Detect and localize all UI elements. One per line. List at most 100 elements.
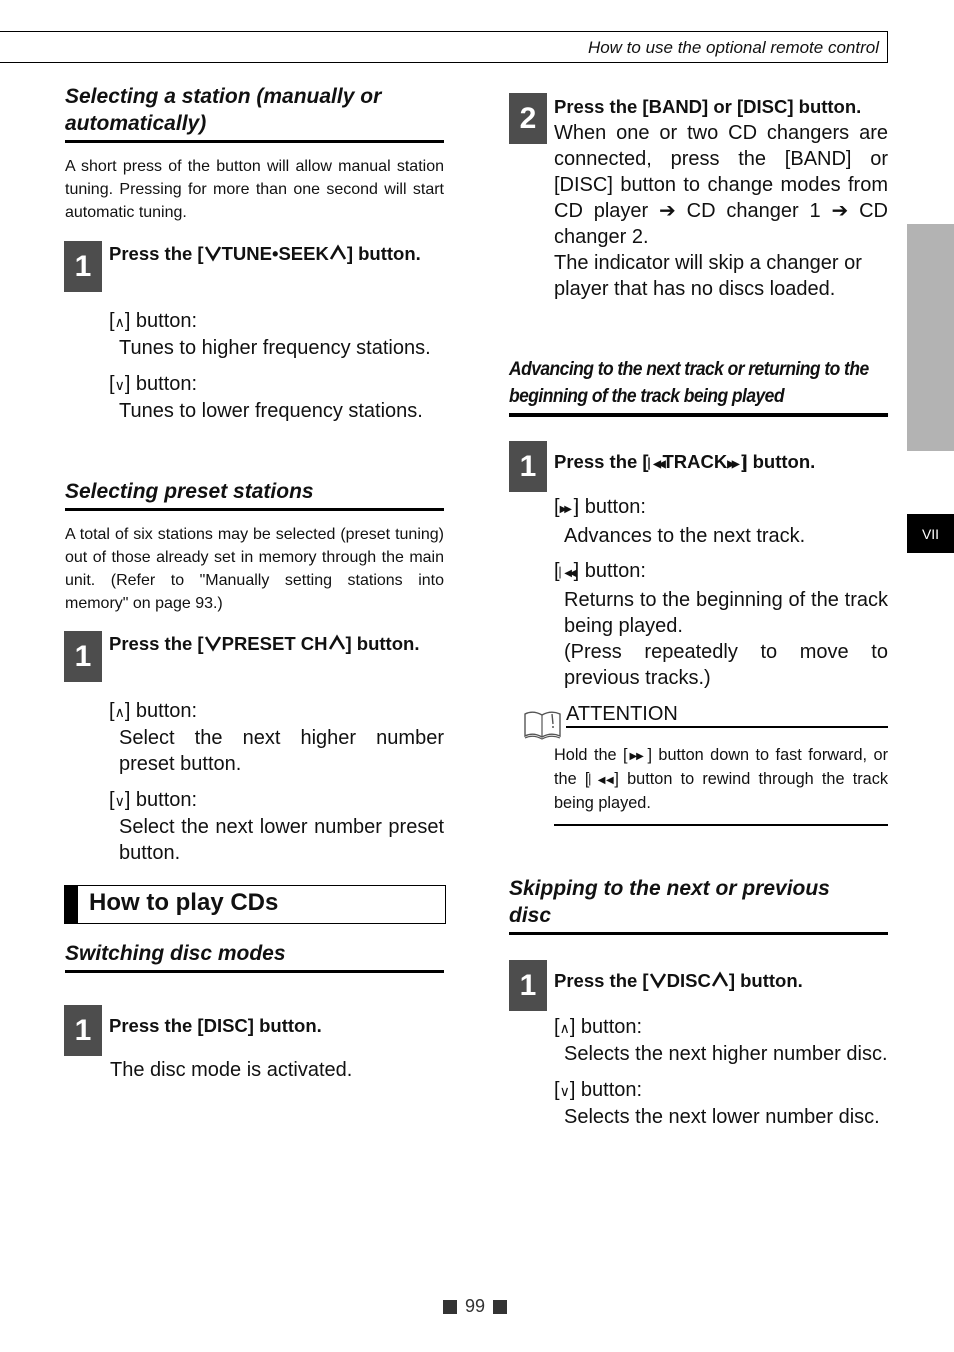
skip-back-icon: ▏◀◀ — [559, 568, 577, 579]
down-button-desc: Selects the next lower number disc. — [564, 1106, 880, 1128]
label-text: ] button: — [124, 789, 198, 811]
step-text-pre: Press the [ — [554, 970, 649, 991]
chevron-down-icon — [204, 246, 221, 262]
step-band-disc: 2 Press the [BAND] or [DISC] button. Whe… — [509, 93, 888, 302]
label-text: ] button: — [573, 560, 646, 582]
up-button-label: [∧] button: — [109, 700, 198, 722]
step-track: 1 Press the [▏◀◀ TRACK▶▶▕] button. — [509, 441, 888, 492]
down-button-label: [∨] button: — [554, 1079, 643, 1101]
section-title: Selecting preset stations — [65, 478, 444, 511]
up-button-desc: Selects the next higher number disc. — [564, 1043, 888, 1065]
step-text: Press the [BAND] or [DISC] button. — [554, 96, 862, 117]
prev-button-desc: Returns to the beginning of the track be… — [564, 589, 888, 637]
book-attention-icon — [524, 711, 561, 740]
step-disc-skip: 1 Press the [ DISC ] button. — [509, 960, 888, 1011]
chevron-up-icon — [328, 634, 345, 650]
step-text: Press the [DISC] button. — [109, 1015, 322, 1036]
tune-button-details: [∧] button: Tunes to higher frequency st… — [109, 308, 444, 424]
step-text-pre: Press the [ — [109, 243, 204, 264]
disc-button-details: [∧] button: Selects the next higher numb… — [554, 1014, 888, 1130]
step-text-post: ] button. — [346, 243, 421, 264]
step-number: 1 — [64, 631, 102, 682]
up-caret-icon: ∧ — [114, 704, 125, 720]
step-text-post: ] button. — [345, 633, 420, 654]
label-text: ] button: — [124, 700, 198, 722]
attention-title: ATTENTION — [566, 703, 678, 725]
step-number: 2 — [509, 93, 547, 144]
step-text: Press the [PRESET CH] button. — [102, 631, 419, 682]
up-button-desc: Select the next higher number preset but… — [119, 727, 444, 775]
disc-mode-desc: The disc mode is activated. — [110, 1059, 353, 1081]
step-preset-ch: 1 Press the [PRESET CH] button. — [64, 631, 444, 682]
intro-text: A short press of the button will allow m… — [65, 158, 444, 221]
section-skipping-disc: Skipping to the next or previous disc — [509, 875, 888, 935]
section-title: Selecting a station (manually or automat… — [65, 83, 444, 143]
label-text: ] button: — [569, 1016, 643, 1038]
section-switching-disc: Switching disc modes — [65, 940, 444, 973]
page-number: 99 — [443, 1296, 508, 1317]
page-number-text: 99 — [465, 1296, 486, 1316]
label-text: ] button: — [573, 496, 646, 518]
section-preset-stations: Selecting preset stations A total of six… — [65, 478, 444, 615]
track-button-details: [▶▶▕] button: Advances to the next track… — [554, 494, 888, 691]
step-number: 1 — [64, 241, 102, 292]
square-icon — [493, 1299, 508, 1314]
label-text: ] button: — [569, 1079, 643, 1101]
title-line: beginning of the track being played — [509, 386, 785, 407]
skip-back-icon: ▏◀◀ — [589, 775, 617, 786]
step-text-post: ] button. — [728, 970, 803, 991]
step-desc: When one or two CD changers are connecte… — [554, 122, 888, 248]
button-name: TUNE•SEEK — [221, 243, 329, 264]
button-name: TRACK — [662, 451, 728, 472]
title-line: Advancing to the next track or returning… — [509, 359, 869, 380]
up-button-desc: Tunes to higher frequency stations. — [119, 337, 431, 359]
step-text: Press the [▏◀◀ TRACK▶▶▕] button. — [547, 441, 815, 492]
step-text-pre: Press the [ — [554, 451, 649, 472]
section-rule — [509, 414, 888, 417]
page-header: How to use the optional remote control — [0, 31, 888, 63]
section-selecting-station: Selecting a station (manually or automat… — [65, 83, 444, 224]
next-button-label: [▶▶▕] button: — [554, 496, 646, 518]
down-caret-icon: ∨ — [114, 793, 125, 809]
button-name: DISC — [666, 970, 711, 991]
step-content: Press the [BAND] or [DISC] button. When … — [547, 93, 888, 302]
chevron-up-icon — [711, 971, 728, 987]
attention-text: Hold the [▶▶▕] button down to fast forwa… — [554, 744, 888, 815]
attention-rule — [554, 824, 888, 826]
chapter-heading-box: How to play CDs — [64, 885, 446, 924]
chevron-down-icon — [649, 973, 666, 989]
side-tab-marker — [907, 224, 954, 451]
down-button-desc: Tunes to lower frequency stations. — [119, 400, 423, 422]
text-part: Hold the [ — [554, 746, 628, 764]
down-caret-icon: ∨ — [559, 1083, 570, 1099]
skip-forward-icon: ▶▶▕ — [627, 751, 651, 762]
section-title: Switching disc modes — [65, 940, 444, 973]
step-text: Press the [ TUNE•SEEK ] button. — [102, 241, 421, 292]
step-number: 1 — [64, 1005, 102, 1056]
down-button-desc: Select the next lower number preset butt… — [119, 816, 444, 864]
skip-back-icon: ▏◀◀ — [648, 459, 666, 470]
header-title: How to use the optional remote control — [587, 38, 879, 57]
step-tune-seek: 1 Press the [ TUNE•SEEK ] button. — [64, 241, 444, 292]
chevron-down-icon — [204, 636, 221, 652]
section-title: Advancing to the next track or returning… — [509, 356, 889, 416]
attention-header: ATTENTION — [566, 703, 888, 728]
step-number: 1 — [509, 441, 547, 492]
label-text: ] button: — [124, 310, 198, 332]
step-text-post: ] button. — [741, 451, 816, 472]
step-disc: 1 Press the [DISC] button. — [64, 1005, 444, 1056]
up-caret-icon: ∧ — [114, 314, 125, 330]
intro-text: A total of six stations may be selected … — [65, 526, 444, 612]
step-text: Press the [ DISC ] button. — [547, 960, 803, 1011]
heading-bar — [65, 886, 78, 923]
prev-button-label: [▏◀◀] button: — [554, 560, 646, 582]
step-number: 1 — [509, 960, 547, 1011]
button-name: PRESET CH — [221, 633, 328, 654]
chapter-tab: VII — [907, 514, 954, 553]
title-line: Selecting a station (manually or — [65, 85, 382, 108]
chapter-title: How to play CDs — [89, 889, 279, 916]
title-line: Skipping to the next or previous — [509, 877, 830, 900]
step-desc-note: The indicator will skip a changer or pla… — [554, 252, 862, 300]
up-button-label: [∧] button: — [109, 310, 198, 332]
prev-button-note: (Press repeatedly to move to previous tr… — [564, 641, 888, 689]
